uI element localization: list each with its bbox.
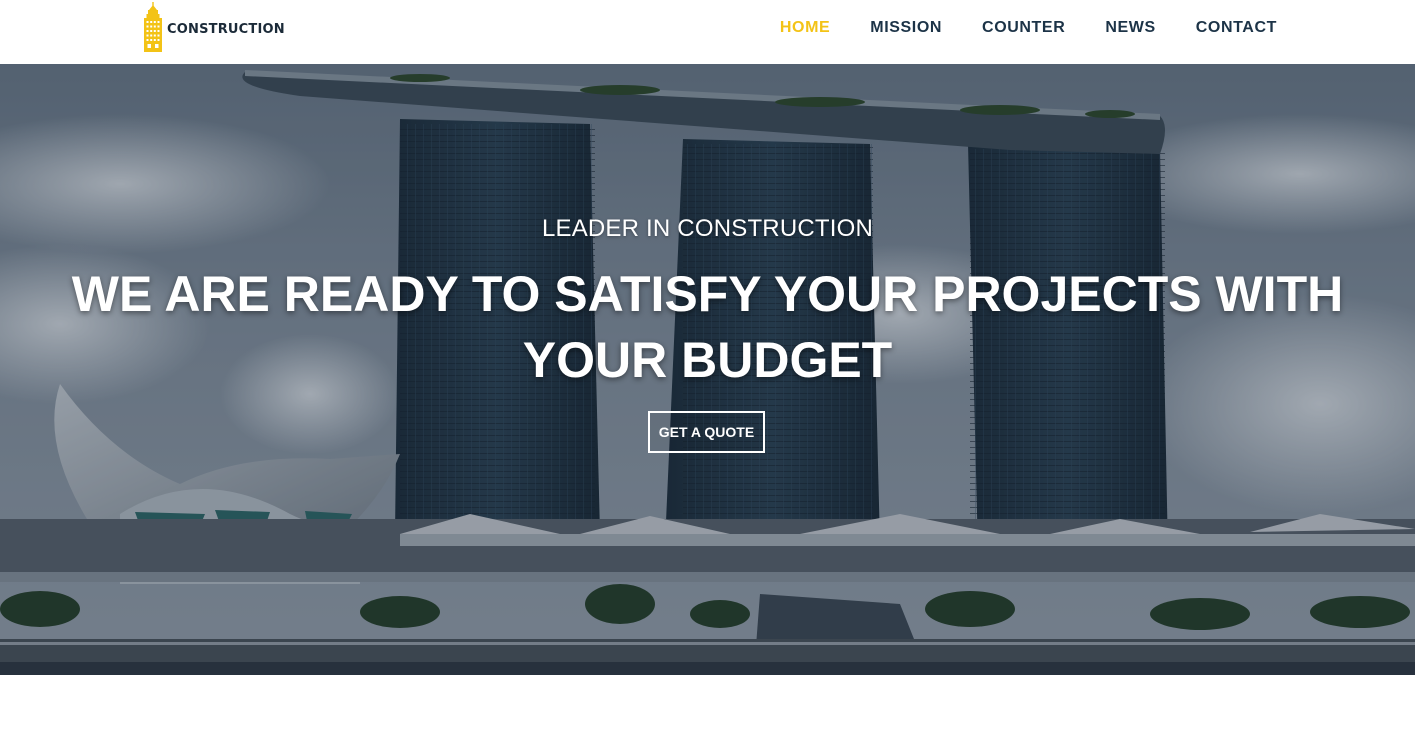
nav-contact[interactable]: CONTACT — [1196, 19, 1277, 37]
site-header: CONSTRUCTION HOME MISSION COUNTER NEWS C… — [0, 0, 1415, 64]
get-a-quote-button[interactable]: GET A QUOTE — [648, 411, 765, 453]
hero-title: WE ARE READY TO SATISFY YOUR PROJECTS WI… — [71, 266, 1344, 388]
hero-section: LEADER IN CONSTRUCTION WE ARE READY TO S… — [0, 64, 1415, 675]
building-icon — [144, 2, 162, 52]
nav-counter[interactable]: COUNTER — [982, 19, 1065, 37]
main-nav: HOME MISSION COUNTER NEWS CONTACT — [780, 0, 1277, 56]
hero-kicker: LEADER IN CONSTRUCTION — [541, 215, 874, 242]
brand-name: CONSTRUCTION — [167, 21, 285, 37]
logo-link[interactable]: CONSTRUCTION — [143, 2, 285, 52]
nav-mission[interactable]: MISSION — [870, 19, 942, 37]
nav-news[interactable]: NEWS — [1105, 19, 1155, 37]
nav-home[interactable]: HOME — [780, 19, 830, 37]
